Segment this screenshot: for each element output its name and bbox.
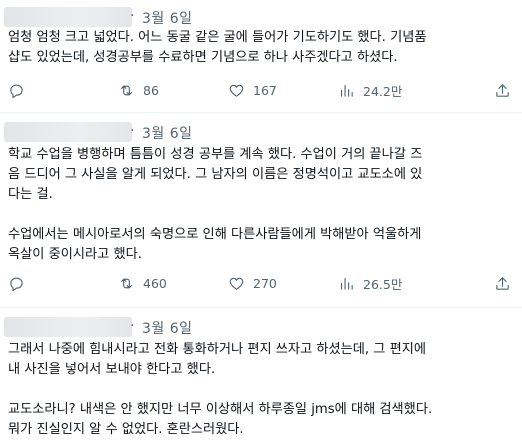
- tweet-actions: 86 167 24.2만: [8, 80, 518, 100]
- tweet-actions: 460 270 26.5만: [8, 273, 518, 293]
- views-count: 24.2만: [363, 83, 403, 99]
- author-name-blurred[interactable]: [4, 317, 132, 337]
- views-button[interactable]: 26.5만: [338, 273, 402, 293]
- reply-icon: [10, 84, 23, 98]
- share-button[interactable]: [494, 273, 511, 293]
- heart-icon: [229, 84, 244, 97]
- retweet-icon: [120, 85, 133, 95]
- tweet-date[interactable]: 3월 6일: [130, 318, 193, 338]
- views-icon: [340, 84, 353, 97]
- tweet-date[interactable]: 3월 6일: [130, 8, 193, 28]
- reply-button[interactable]: [8, 273, 25, 293]
- tweet-2[interactable]: 3월 6일 학교 수업을 병행하며 틈틈이 성경 공부를 계속 했다. 수업이 …: [0, 113, 522, 307]
- reply-button[interactable]: [8, 80, 25, 100]
- heart-icon: [229, 277, 244, 290]
- share-icon: [496, 276, 509, 290]
- share-icon: [496, 83, 509, 97]
- tweet-text: 그래서 나중에 힘내시라고 전화 통화하거나 편지 쓰자고 하셨는데, 그 편지…: [8, 342, 433, 437]
- tweet-text: 학교 수업을 병행하며 틈틈이 성경 공부를 계속 했다. 수업이 거의 끝나갈…: [8, 147, 423, 262]
- tweet-text: 엄청 엄청 크고 넓었다. 어느 동굴 같은 굴에 들어가 기도하기도 했다. …: [8, 30, 427, 65]
- share-button[interactable]: [494, 80, 511, 100]
- retweet-count: 86: [143, 82, 159, 98]
- like-count: 167: [253, 82, 277, 98]
- views-icon: [340, 277, 353, 290]
- retweet-button[interactable]: 86: [118, 80, 159, 100]
- like-count: 270: [253, 275, 277, 291]
- author-name-blurred[interactable]: [4, 7, 132, 27]
- tweet-1[interactable]: 3월 6일 엄청 엄청 크고 넓었다. 어느 동굴 같은 굴에 들어가 기도하기…: [0, 0, 522, 112]
- retweet-count: 460: [143, 275, 167, 291]
- tweet-3[interactable]: 3월 6일 그래서 나중에 힘내시라고 전화 통화하거나 편지 쓰자고 하셨는데…: [0, 308, 522, 445]
- like-button[interactable]: 270: [228, 273, 277, 293]
- author-name-blurred[interactable]: [4, 122, 132, 142]
- tweet-date[interactable]: 3월 6일: [130, 123, 193, 143]
- views-button[interactable]: 24.2만: [338, 80, 402, 100]
- retweet-icon: [120, 278, 133, 288]
- views-count: 26.5만: [363, 276, 403, 292]
- reply-icon: [10, 277, 23, 291]
- like-button[interactable]: 167: [228, 80, 277, 100]
- retweet-button[interactable]: 460: [118, 273, 167, 293]
